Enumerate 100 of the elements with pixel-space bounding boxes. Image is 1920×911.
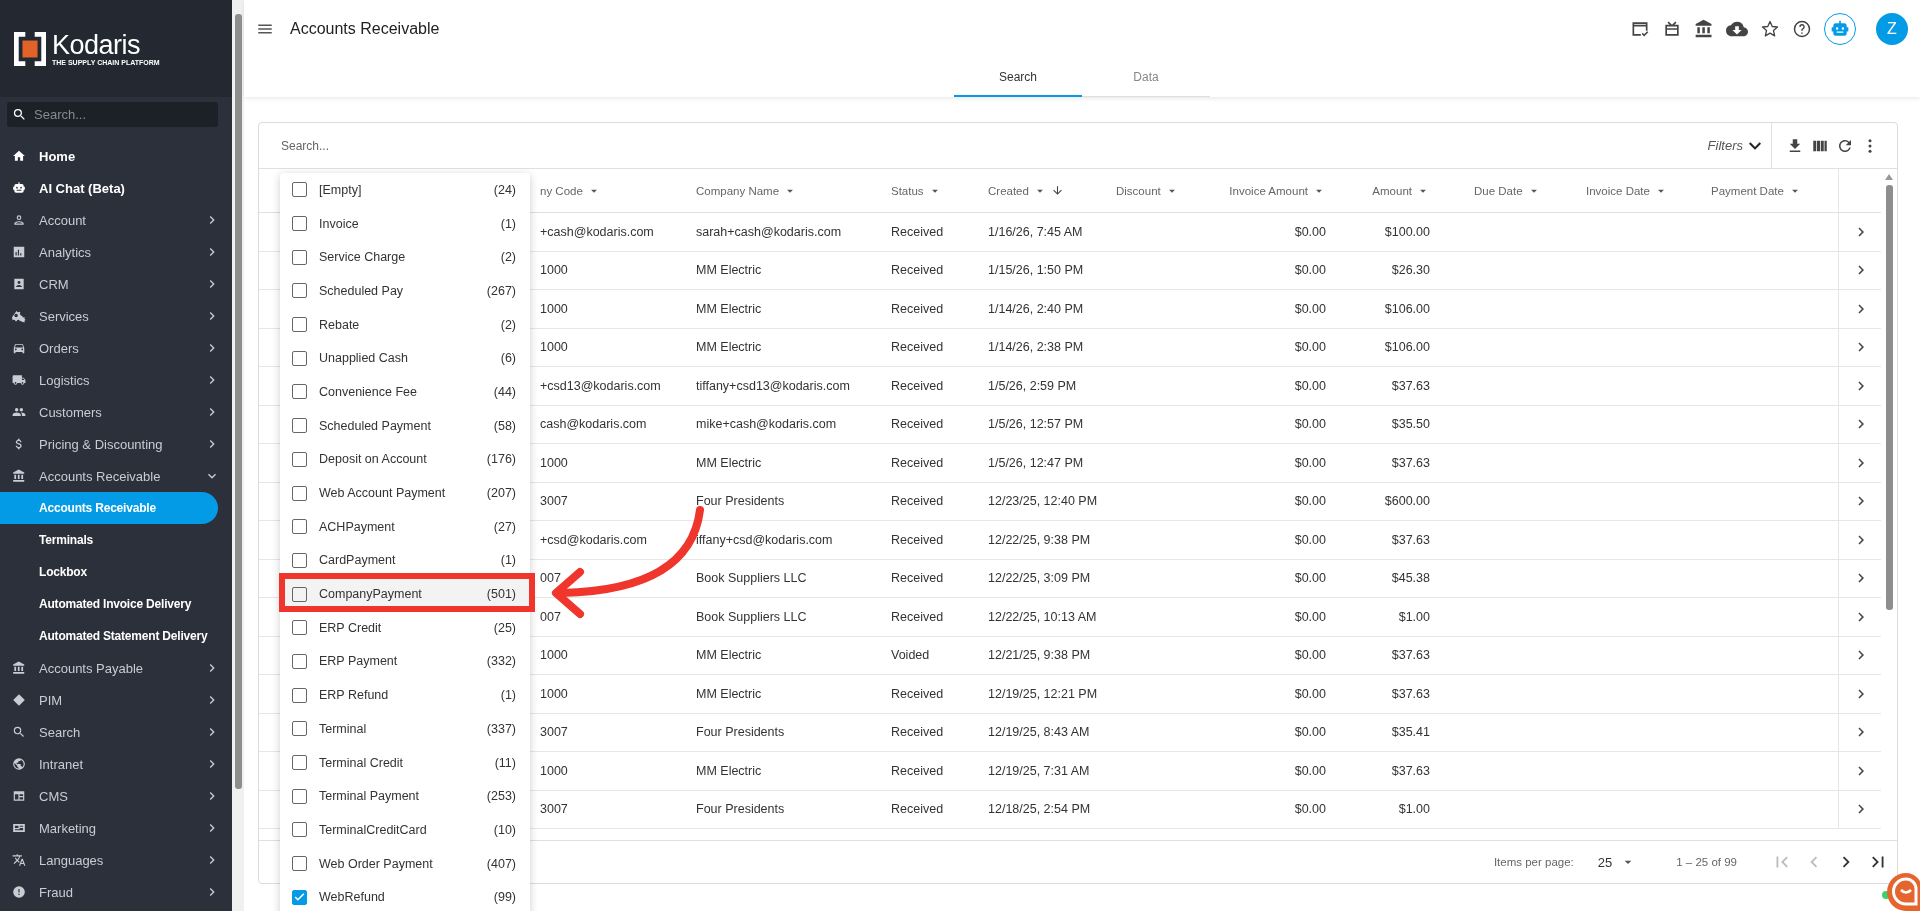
nav-item[interactable]: Home (0, 140, 232, 172)
column-header[interactable]: Company Name (696, 184, 780, 197)
filter-option[interactable]: ERP Credit (25) (280, 610, 530, 645)
column-header[interactable]: Payment Date (1711, 184, 1784, 197)
filter-option[interactable]: ERP Payment (332) (280, 644, 530, 679)
table-cell: $0.00 (1294, 455, 1326, 470)
filter-option[interactable]: [Empty] (24) (280, 173, 530, 207)
filter-option[interactable]: Terminal Credit (11) (280, 745, 530, 780)
column-header[interactable]: ny Code (540, 184, 583, 197)
filter-option[interactable]: Web Account Payment (207) (280, 476, 530, 510)
checkbox[interactable] (292, 822, 307, 838)
nav-item[interactable]: CMS (0, 780, 232, 812)
nav-item[interactable]: Fraud (0, 876, 232, 908)
column-header[interactable]: Discount (1116, 184, 1161, 197)
checkbox[interactable] (292, 552, 307, 568)
filter-option[interactable]: ACHPayment (27) (280, 509, 530, 544)
help-icon[interactable] (1792, 19, 1812, 39)
checkbox[interactable] (292, 283, 307, 299)
checkbox[interactable] (292, 249, 307, 265)
translate-icon (12, 853, 26, 867)
scroll-up-icon[interactable] (1884, 173, 1894, 181)
checkbox[interactable] (292, 620, 307, 636)
nav-item[interactable]: Accounts Receivable (0, 460, 232, 492)
checkbox[interactable] (292, 519, 307, 535)
nav-subitem[interactable]: Lockbox (0, 556, 218, 588)
checkbox[interactable] (292, 216, 307, 232)
checkbox[interactable] (292, 384, 307, 400)
nav-item[interactable]: Orders (0, 332, 232, 364)
filters-button[interactable]: Filters (1701, 137, 1771, 154)
tab[interactable]: Data (1082, 58, 1210, 97)
table-cell: $45.38 (1391, 571, 1430, 586)
filter-option[interactable]: WebRefund (99) (280, 880, 530, 911)
bank-icon[interactable] (1694, 19, 1714, 39)
column-header[interactable]: Status (891, 184, 924, 197)
filter-option[interactable]: Unapplied Cash (6) (280, 341, 530, 376)
table-cell: $106.00 (1384, 340, 1430, 355)
nav-item[interactable]: PIM (0, 684, 232, 716)
filter-option[interactable]: ERP Refund (1) (280, 678, 530, 712)
checkbox[interactable] (292, 350, 307, 366)
filter-option[interactable]: Deposit on Account (176) (280, 442, 530, 477)
checkbox[interactable] (292, 418, 307, 434)
nav-item[interactable]: Intranet (0, 748, 232, 780)
star-icon[interactable] (1760, 19, 1780, 39)
nav-item[interactable]: Logistics (0, 364, 232, 396)
nav-item[interactable]: Marketing (0, 812, 232, 844)
option-label: ACHPayment (319, 519, 396, 534)
checkbox[interactable] (292, 687, 307, 703)
chatbot-button[interactable] (1824, 13, 1856, 45)
sort-arrow-icon[interactable] (1050, 184, 1064, 197)
nav-subitem[interactable]: Automated Statement Delivery (0, 620, 218, 652)
checkbox[interactable] (292, 856, 307, 872)
nav-item[interactable]: Account (0, 204, 232, 236)
checkbox[interactable] (292, 485, 307, 501)
checkbox[interactable] (292, 653, 307, 669)
filter-option[interactable]: Rebate (2) (280, 307, 530, 342)
nav-item[interactable]: Analytics (0, 236, 232, 268)
checkbox[interactable] (292, 889, 307, 905)
checkbox[interactable] (292, 182, 307, 198)
table-cell: $1.00 (1398, 609, 1430, 624)
table-cell: MM Electric (696, 340, 762, 355)
filter-option[interactable]: Service Charge (2) (280, 240, 530, 275)
tab[interactable]: Search (954, 58, 1082, 97)
filter-option[interactable]: CardPayment (1) (280, 543, 530, 578)
option-count: (2) (500, 317, 516, 332)
home-icon (12, 149, 26, 163)
table-cell: 12/22/25, 9:38 PM (988, 532, 1091, 547)
nav-item[interactable]: CRM (0, 268, 232, 300)
sidebar-search-field[interactable]: Search... (7, 102, 218, 127)
checkbox[interactable] (292, 317, 307, 333)
checkbox[interactable] (292, 721, 307, 737)
nav-item[interactable]: Services (0, 300, 232, 332)
sidebar-scrollbar[interactable] (232, 0, 244, 911)
nav-item[interactable]: Languages (0, 844, 232, 876)
nav-item[interactable]: AI Chat (Beta) (0, 172, 232, 204)
column-header[interactable]: Due Date (1474, 184, 1523, 197)
card-check-icon[interactable] (1630, 19, 1650, 39)
nav-item[interactable]: Customers (0, 396, 232, 428)
column-header[interactable]: Amount (1372, 184, 1412, 197)
filter-option[interactable]: Terminal Payment (253) (280, 779, 530, 814)
filter-option[interactable]: TerminalCreditCard (10) (280, 813, 530, 847)
filter-option[interactable]: Scheduled Pay (267) (280, 274, 530, 308)
nav-item[interactable]: Pricing & Discounting (0, 428, 232, 460)
nav-item[interactable]: Search (0, 716, 232, 748)
filter-option[interactable]: Web Order Payment (407) (280, 846, 530, 881)
column-header[interactable]: Invoice Amount (1229, 184, 1308, 197)
checkbox[interactable] (292, 451, 307, 467)
filter-option[interactable]: Invoice (1) (280, 206, 530, 241)
page-size-select[interactable]: 25 (1591, 853, 1643, 871)
nav-item[interactable]: Accounts Payable (0, 652, 232, 684)
column-header[interactable]: Created (988, 184, 1029, 197)
filter-option[interactable]: Convenience Fee (44) (280, 375, 530, 409)
nav-subitem[interactable]: Terminals (0, 524, 218, 556)
filter-option[interactable]: Terminal (337) (280, 712, 530, 746)
column-header[interactable]: Invoice Date (1586, 184, 1650, 197)
checkbox[interactable] (292, 586, 307, 602)
checkbox[interactable] (292, 755, 307, 771)
checkbox[interactable] (292, 788, 307, 804)
filter-option[interactable]: Scheduled Payment (58) (280, 408, 530, 443)
table-cell: Four Presidents (696, 802, 785, 817)
nav-subitem[interactable]: Automated Invoice Delivery (0, 588, 218, 620)
